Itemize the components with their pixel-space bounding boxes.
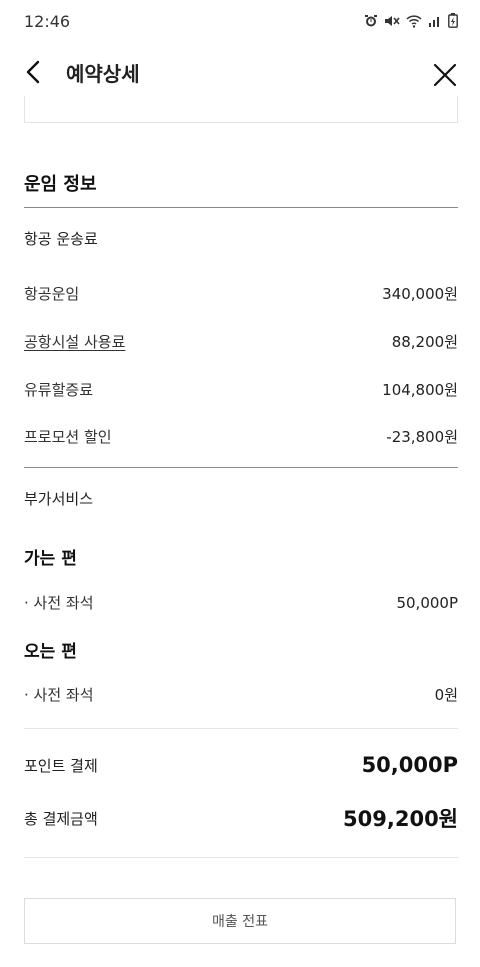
divider — [24, 857, 458, 858]
close-button[interactable] — [430, 60, 460, 90]
points-label: 포인트 결제 — [24, 756, 98, 775]
booking-card — [24, 96, 458, 123]
section-divider — [24, 467, 458, 468]
fare-row-value: 104,800원 — [382, 381, 458, 399]
seat-label: · 사전 좌석 — [24, 686, 94, 704]
fare-row-value: 88,200원 — [391, 333, 458, 351]
back-button[interactable] — [20, 56, 48, 88]
page-title: 예약상세 — [66, 62, 140, 86]
outbound-title: 가는 편 — [24, 549, 77, 569]
fare-row-value: 340,000원 — [382, 285, 458, 303]
total-payment-row: 총 결제금액 509,200원 — [24, 803, 458, 833]
alarm-icon — [365, 14, 377, 26]
fare-row-label: 유류할증료 — [24, 381, 94, 399]
fare-row-fuel-surcharge: 유류할증료 104,800원 — [24, 379, 458, 400]
airport-fee-link[interactable]: 공항시설 사용료 — [24, 331, 125, 352]
fare-row-label: 프로모션 할인 — [24, 428, 112, 446]
seat-label: · 사전 좌석 — [24, 594, 94, 612]
points-value: 50,000P — [361, 753, 458, 777]
seat-value: 0원 — [434, 686, 458, 704]
status-time: 12:46 — [24, 12, 71, 31]
inbound-seat-row: · 사전 좌석 0원 — [24, 684, 458, 705]
inbound-title: 오는 편 — [24, 642, 77, 662]
fare-row-airport-fee: 공항시설 사용료 88,200원 — [24, 331, 458, 352]
fare-row-value: -23,800원 — [386, 428, 458, 446]
fare-row-airfare: 항공운임 340,000원 — [24, 283, 458, 304]
outbound-seat-row: · 사전 좌석 50,000P — [24, 592, 458, 613]
air-transport-label: 항공 운송료 — [24, 230, 98, 248]
total-value: 509,200원 — [343, 807, 458, 831]
section-title-fare: 운임 정보 — [24, 174, 97, 195]
wifi-icon — [406, 14, 422, 28]
seat-value: 50,000P — [396, 593, 458, 612]
signal-icon — [429, 16, 439, 27]
fare-row-promotion: 프로모션 할인 -23,800원 — [24, 426, 458, 447]
status-icons — [364, 13, 458, 28]
points-payment-row: 포인트 결제 50,000P — [24, 753, 458, 777]
mute-icon — [385, 15, 400, 26]
battery-icon — [448, 13, 458, 28]
section-divider — [24, 207, 458, 208]
divider — [24, 728, 458, 729]
sales-receipt-button[interactable]: 매출 전표 — [24, 898, 456, 944]
total-label: 총 결제금액 — [24, 809, 98, 828]
fare-row-label: 항공운임 — [24, 285, 80, 303]
extras-label: 부가서비스 — [24, 490, 94, 508]
